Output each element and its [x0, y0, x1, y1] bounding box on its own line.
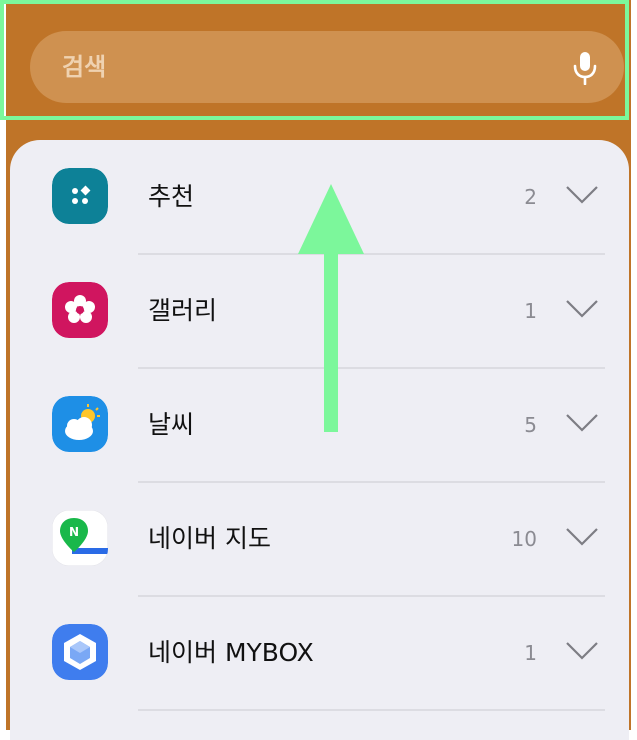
- divider: [138, 709, 605, 711]
- item-count: 1: [524, 299, 537, 323]
- app-label: 네이버 MYBOX: [148, 638, 314, 667]
- app-label: 날씨: [148, 410, 195, 439]
- svg-text:N: N: [69, 525, 79, 539]
- item-count: 10: [511, 527, 537, 551]
- chevron-down-icon[interactable]: [565, 184, 599, 206]
- scroll-up-arrow-icon: [298, 184, 364, 432]
- app-label: 추천: [148, 182, 195, 211]
- app-label: 네이버 지도: [148, 524, 271, 553]
- list-item-naver-mybox[interactable]: 네이버 MYBOX 1: [10, 596, 629, 710]
- search-placeholder: 검색: [62, 53, 107, 81]
- chevron-down-icon[interactable]: [565, 412, 599, 434]
- naver-mybox-icon: [52, 624, 108, 680]
- app-label: 갤러리: [148, 296, 218, 325]
- search-bar[interactable]: 검색: [30, 31, 624, 103]
- microphone-icon[interactable]: [572, 51, 598, 85]
- chevron-down-icon[interactable]: [565, 526, 599, 548]
- chevron-down-icon[interactable]: [565, 298, 599, 320]
- search-highlight-box: 검색: [0, 0, 629, 120]
- weather-cloud-sun-icon: [52, 396, 108, 452]
- item-count: 2: [524, 185, 537, 209]
- chevron-down-icon[interactable]: [565, 640, 599, 662]
- item-count: 1: [524, 641, 537, 665]
- item-count: 5: [524, 413, 537, 437]
- list-item-naver-map[interactable]: N 네이버 지도 10: [10, 482, 629, 596]
- recommend-icon: [52, 168, 108, 224]
- gallery-flower-icon: [52, 282, 108, 338]
- naver-map-pin-icon: N: [52, 510, 108, 566]
